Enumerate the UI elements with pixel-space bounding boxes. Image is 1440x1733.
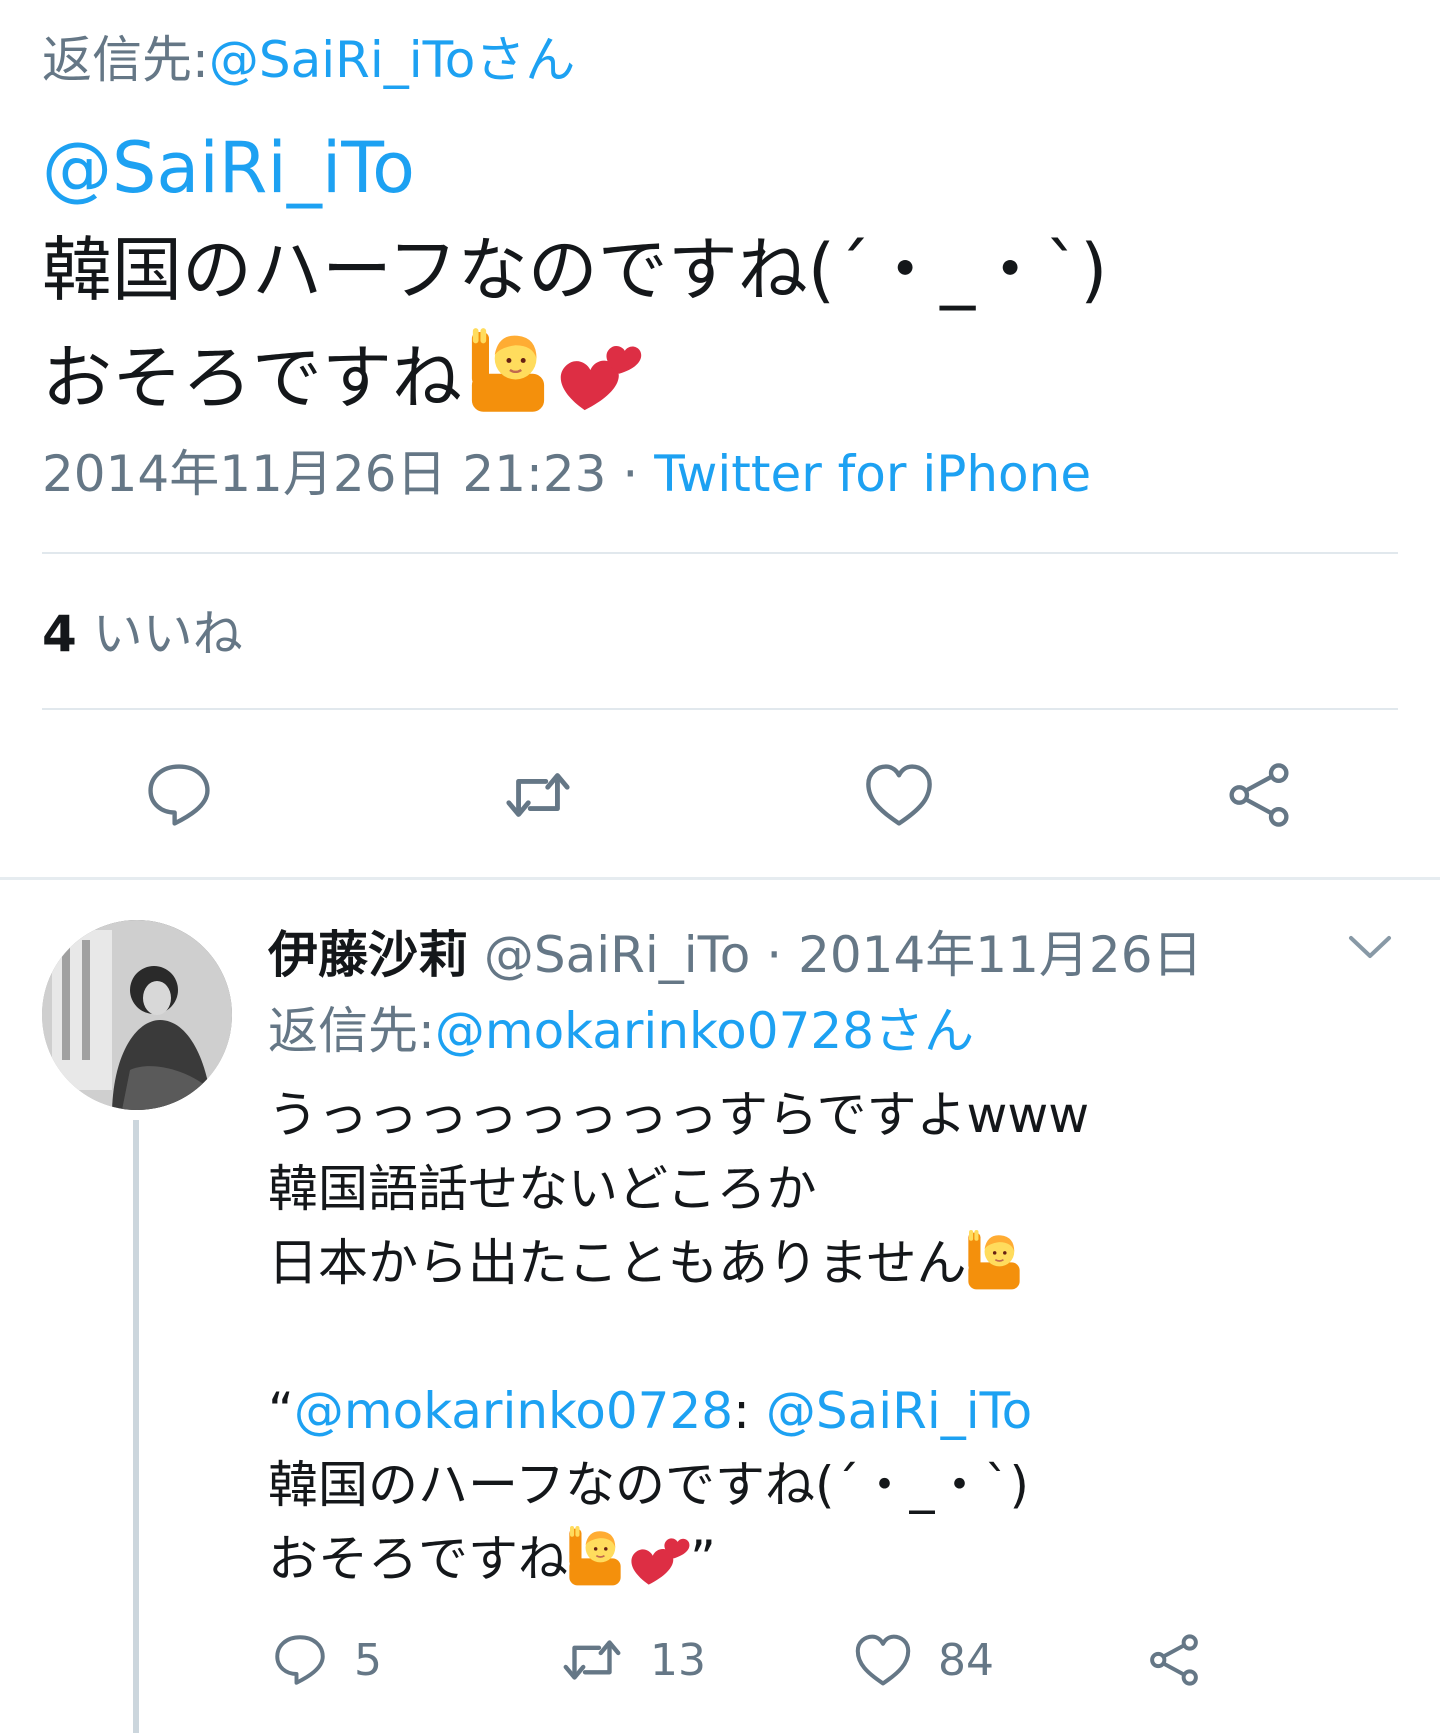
- reply-share-button[interactable]: [1146, 1625, 1202, 1695]
- quote-line2: おそろですね ”: [268, 1522, 1089, 1596]
- main-mention-link[interactable]: @SaiRi_iTo: [42, 128, 415, 208]
- author-name[interactable]: 伊藤沙莉: [268, 926, 468, 984]
- quote-line2-text: おそろですね: [268, 1530, 568, 1588]
- share-icon: [1150, 1634, 1198, 1686]
- main-text-line2-text: おそろですね: [42, 337, 462, 419]
- reply-body: うっっっっっっっっすらですよwww 韓国語話せないどころか 日本から出たこともあ…: [268, 1078, 1089, 1596]
- quote-close: ”: [690, 1530, 716, 1588]
- meta-separator: ·: [622, 445, 639, 503]
- reply-count: 5: [354, 1634, 382, 1686]
- heart-icon: [866, 764, 932, 826]
- main-meta: 2014年11月26日 21:23 · Twitter for iPhone: [42, 442, 1091, 506]
- reply-icon: [275, 1635, 325, 1685]
- person-raising-hand-emoji: [470, 326, 546, 430]
- main-timestamp[interactable]: 2014年11月26日 21:23: [42, 445, 606, 503]
- likes-count: 4: [42, 605, 77, 663]
- reply-header: 伊藤沙莉 @SaiRi_iTo · 2014年11月26日: [268, 922, 1203, 988]
- author-handle[interactable]: @SaiRi_iTo: [484, 926, 750, 984]
- retweet-icon: [563, 1640, 621, 1680]
- divider: [42, 552, 1398, 554]
- header-separator: ·: [766, 926, 783, 984]
- likes-summary[interactable]: 4 いいね: [42, 602, 243, 666]
- reply-icon: [148, 764, 210, 826]
- two-hearts-emoji: [628, 1524, 690, 1606]
- quote-colon: :: [733, 1382, 750, 1440]
- reply-to-label: 返信先:: [268, 1002, 435, 1060]
- person-raising-hand-emoji: [568, 1524, 622, 1606]
- thread-line: [133, 1120, 139, 1733]
- person-raising-hand-emoji: [967, 1228, 1021, 1310]
- reply-date[interactable]: 2014年11月26日: [798, 926, 1203, 984]
- reply-to-label: 返信先:: [42, 31, 209, 89]
- share-icon: [1229, 763, 1289, 827]
- source-link[interactable]: Twitter for iPhone: [654, 445, 1091, 503]
- two-hearts-emoji: [554, 326, 644, 430]
- tweet-menu-button[interactable]: [1345, 928, 1395, 968]
- reply-like-button[interactable]: 84: [854, 1625, 994, 1695]
- retweet-button[interactable]: [503, 760, 573, 830]
- avatar-photo: [42, 920, 232, 1110]
- heart-icon: [855, 1634, 911, 1686]
- quote-user-link[interactable]: @mokarinko0728: [294, 1382, 733, 1440]
- quote-open: “: [268, 1382, 294, 1440]
- like-count: 84: [938, 1634, 994, 1686]
- reply-line1: うっっっっっっっっすらですよwww: [268, 1086, 1090, 1144]
- likes-label: いいね: [92, 605, 243, 663]
- reply-line3: 日本から出たこともありません: [268, 1226, 1089, 1300]
- retweet-count: 13: [650, 1634, 706, 1686]
- main-text-line2: おそろですね: [42, 326, 644, 430]
- like-button[interactable]: [864, 760, 934, 830]
- quote-line-mentions: “@mokarinko0728: @SaiRi_iTo: [268, 1374, 1089, 1448]
- chevron-down-icon: [1349, 936, 1391, 958]
- main-tweet: 返信先:@SaiRi_iToさん @SaiRi_iTo 韓国のハーフなのですね(…: [0, 0, 1440, 880]
- reply-to-user-link[interactable]: @mokarinko0728さん: [435, 1002, 974, 1060]
- reply-to: 返信先:@mokarinko0728さん: [268, 998, 974, 1064]
- retweet-icon: [506, 773, 570, 817]
- reply-tweet[interactable]: 伊藤沙莉 @SaiRi_iTo · 2014年11月26日 返信先:@mokar…: [0, 880, 1440, 1733]
- main-text-line1: 韓国のハーフなのですね(´・_・`): [42, 229, 1108, 311]
- reply-to-user-link[interactable]: @SaiRi_iToさん: [209, 31, 575, 89]
- quote-line1: 韓国のハーフなのですね(´・_・`): [268, 1456, 1030, 1514]
- avatar[interactable]: [42, 920, 232, 1110]
- share-button[interactable]: [1224, 760, 1294, 830]
- reply-button[interactable]: [144, 760, 214, 830]
- reply-line2: 韓国語話せないどころか: [268, 1160, 817, 1218]
- reply-line3-text: 日本から出たこともありません: [268, 1234, 967, 1292]
- divider: [42, 708, 1398, 710]
- reply-reply-button[interactable]: 5: [272, 1625, 382, 1695]
- main-reply-to: 返信先:@SaiRi_iToさん: [42, 28, 575, 92]
- quote-mention-link[interactable]: @SaiRi_iTo: [766, 1382, 1032, 1440]
- reply-retweet-button[interactable]: 13: [560, 1625, 706, 1695]
